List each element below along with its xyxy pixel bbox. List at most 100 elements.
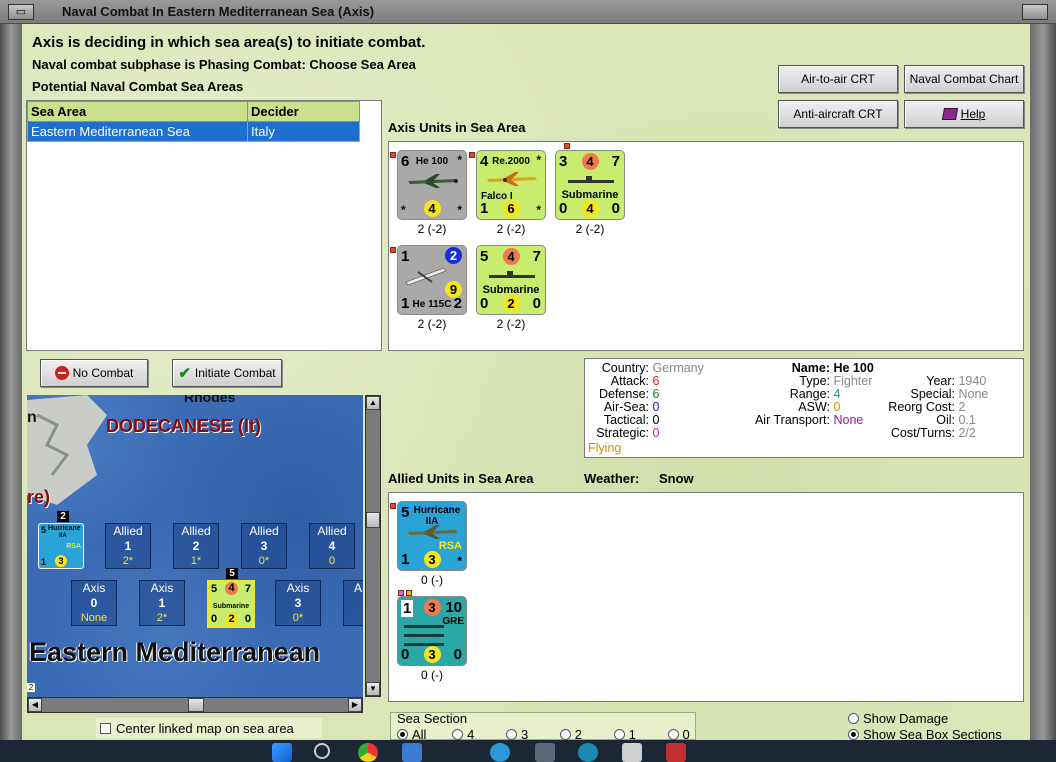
- unit-counter-re2000[interactable]: 4 * Re.2000 Falco I 1 6 *: [476, 150, 546, 220]
- counter-tm: 3: [423, 599, 441, 616]
- counter-range: 3: [423, 646, 441, 663]
- checkbox-box[interactable]: [100, 723, 111, 734]
- map-counter-submarine[interactable]: 5 4 7 Submarine 0 2 0: [207, 580, 255, 628]
- checkmark-icon: ✔: [178, 365, 191, 382]
- no-combat-button[interactable]: No Combat: [40, 359, 148, 387]
- help-book-icon: [941, 108, 958, 120]
- map-label-partial-region: re): [27, 487, 51, 507]
- axis-units-label: Axis Units in Sea Area: [388, 120, 526, 135]
- axis-sea-box-3[interactable]: Axis 3 0*: [275, 580, 321, 626]
- counter-range: 4: [423, 200, 441, 217]
- scroll-right-icon[interactable]: ▶: [348, 698, 362, 712]
- windows-start-icon[interactable]: [272, 743, 292, 762]
- counter-range: 2: [502, 295, 520, 312]
- allied-sea-box-4[interactable]: Allied 4 0: [309, 523, 355, 569]
- allied-units-panel: [388, 492, 1024, 702]
- sea-area-map[interactable]: n Rhodes DODECANESE (It) re) 2 5 Hurrica…: [27, 395, 363, 697]
- sea-section-label: Sea Section: [397, 711, 468, 726]
- map-horizontal-scrollbar[interactable]: ◀ ▶: [27, 697, 363, 713]
- no-combat-label: No Combat: [72, 366, 134, 380]
- cost-value: 2/2: [958, 426, 976, 440]
- counter-tm: 4: [581, 153, 599, 170]
- stack-count-badge: 2: [27, 683, 35, 692]
- window-restore-button[interactable]: [1022, 4, 1048, 20]
- help-app-icon[interactable]: [490, 743, 510, 762]
- scroll-thumb[interactable]: [366, 512, 380, 528]
- counter-top-right: 7: [611, 153, 620, 170]
- scroll-thumb[interactable]: [188, 698, 204, 712]
- asw-label: ASW:: [798, 400, 830, 414]
- map-label-dodecanese: DODECANESE (It): [106, 416, 262, 436]
- mini-counter-range: 2: [225, 613, 238, 626]
- type-label: Type:: [799, 374, 830, 388]
- unit-counter-submarine[interactable]: 3 4 7 Submarine 0 4 0: [555, 150, 625, 220]
- frame-right: [1030, 24, 1056, 740]
- unit-counter-hurricane[interactable]: 5 Hurricane IIA RSA 1 3 *: [397, 501, 467, 571]
- counter-bottom-right: *: [457, 203, 462, 217]
- notepad-icon[interactable]: [622, 743, 642, 762]
- app-icon[interactable]: [402, 743, 422, 762]
- counter-range: 6: [502, 200, 520, 217]
- allied-sea-box-3[interactable]: Allied 3 0*: [241, 523, 287, 569]
- box-title: Axis: [150, 581, 174, 595]
- initiate-combat-button[interactable]: ✔ Initiate Combat: [172, 359, 282, 387]
- allied-sea-box-2[interactable]: Allied 2 1*: [173, 523, 219, 569]
- scroll-up-icon[interactable]: ▲: [366, 396, 380, 410]
- submarine-icon: [489, 271, 535, 278]
- reorg-value: 2: [958, 400, 966, 414]
- calculator-icon[interactable]: [535, 743, 555, 762]
- scroll-left-icon[interactable]: ◀: [28, 698, 42, 712]
- axis-sea-box-1[interactable]: Axis 1 2*: [139, 580, 185, 626]
- axis-sea-box-0[interactable]: Axis 0 None: [71, 580, 117, 626]
- allied-sea-box-1[interactable]: Allied 1 2*: [105, 523, 151, 569]
- stack-count-badge: 5: [226, 568, 238, 579]
- show-sea-box-radio[interactable]: Show Sea Box Sections: [848, 727, 1002, 740]
- box-number: 4: [328, 539, 336, 553]
- anti-aircraft-crt-button[interactable]: Anti-aircraft CRT: [778, 100, 898, 128]
- center-linked-checkbox[interactable]: Center linked map on sea area: [96, 718, 322, 738]
- mini-counter-br: 0: [244, 613, 251, 625]
- counter-bottom-right: 0: [532, 295, 541, 312]
- strategic-label: Strategic:: [596, 426, 649, 440]
- edge-icon[interactable]: [578, 743, 598, 762]
- weather-label: Weather:: [584, 471, 640, 486]
- air-to-air-crt-button[interactable]: Air-to-air CRT: [778, 65, 898, 93]
- unit-counter-greek-fleet[interactable]: 1 3 10 GRE 0 3 0: [397, 596, 467, 666]
- defense-value: 6: [652, 387, 660, 401]
- map-counter-hurricane[interactable]: 5 Hurricane IIA RSA 1 3: [38, 523, 84, 569]
- nation-flag-icon: [390, 503, 396, 509]
- map-label-sea-name: Eastern Mediterranean: [29, 637, 321, 667]
- unit-counter-submarine[interactable]: 5 4 7 Submarine 0 2 0: [476, 245, 546, 315]
- flying-status: Flying: [588, 441, 622, 455]
- nation-flag-icon: [469, 152, 475, 158]
- counter-range: 3: [423, 551, 441, 568]
- axis-sea-box-4[interactable]: A: [343, 580, 363, 626]
- reorg-label: Reorg Cost:: [888, 400, 955, 414]
- window-menu-button[interactable]: ▭: [8, 4, 34, 20]
- show-damage-radio[interactable]: Show Damage: [848, 711, 948, 726]
- game-icon[interactable]: [666, 743, 686, 762]
- year-label: Year:: [926, 374, 955, 388]
- col-sea-area[interactable]: Sea Area: [27, 101, 248, 122]
- frame-left: [0, 24, 22, 740]
- counter-name: Re.2000: [492, 156, 530, 167]
- search-icon[interactable]: [314, 743, 330, 759]
- unit-counter-he100[interactable]: 6 * He 100 * 4 *: [397, 150, 467, 220]
- counter-tm: 4: [502, 248, 520, 265]
- naval-combat-chart-button[interactable]: Naval Combat Chart: [904, 65, 1024, 93]
- table-row[interactable]: Eastern Mediterranean Sea Italy: [27, 121, 360, 142]
- chrome-icon[interactable]: [358, 743, 378, 762]
- show-sea-box-label: Show Sea Box Sections: [863, 727, 1002, 740]
- map-vertical-scrollbar[interactable]: ▲ ▼: [365, 395, 381, 697]
- mini-counter-range: 3: [55, 555, 67, 567]
- unit-counter-he115c[interactable]: 1 2 9 1 He 115C 2: [397, 245, 467, 315]
- map-label-rhodes: Rhodes: [184, 395, 236, 405]
- nation-flag-icon: [390, 247, 396, 253]
- box-sub: 2*: [122, 555, 134, 567]
- box-title: Axis: [286, 581, 310, 595]
- sea-area-table: Sea Area Decider Eastern Mediterranean S…: [27, 101, 360, 142]
- counter-caption: 0 (-): [421, 668, 443, 682]
- scroll-down-icon[interactable]: ▼: [366, 682, 380, 696]
- help-button[interactable]: Help: [904, 100, 1024, 128]
- col-decider[interactable]: Decider: [247, 101, 360, 122]
